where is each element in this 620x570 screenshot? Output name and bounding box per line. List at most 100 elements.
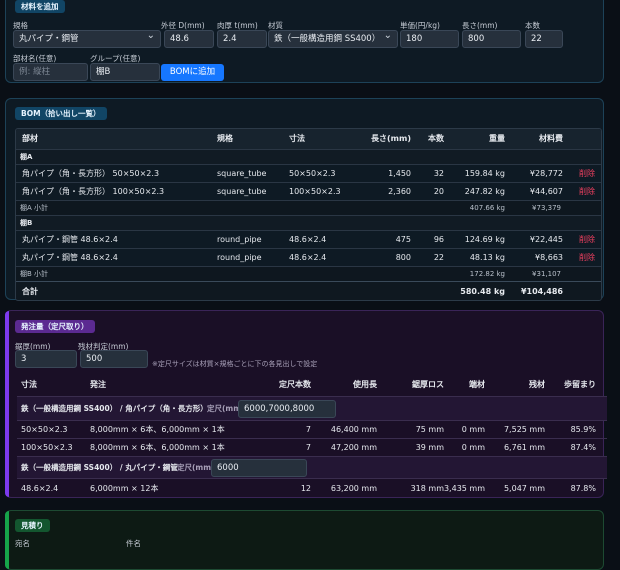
stock-group-title: 鉄（一般構造用鋼 SS400） / 角パイプ（角・長方形） <box>21 404 208 413</box>
group-name: 棚B <box>20 219 33 227</box>
subtotal-row: 棚B 小計 172.82 kg ¥31,107 <box>16 266 601 281</box>
kerf-input[interactable]: 3 <box>15 350 77 368</box>
cell-yield: 85.9% <box>570 425 596 434</box>
col-cost: 材料費 <box>539 134 563 143</box>
stock-length-input[interactable]: 6000 <box>211 459 307 477</box>
col-order: 発注 <box>90 380 106 389</box>
cell-stock-count: 12 <box>300 484 311 493</box>
table-row: 丸パイプ・鋼管 48.6×2.4 round_pipe 48.6×2.4 800… <box>16 248 601 266</box>
cell-cost: ¥44,607 <box>529 187 563 196</box>
cell-count: 20 <box>433 187 444 196</box>
cell-order: 8,000mm × 6本、6,000mm × 1本 <box>90 425 225 434</box>
col-dim: 寸法 <box>21 380 37 389</box>
subtotal-weight: 172.82 kg <box>469 270 505 278</box>
bom-table: 部材 規格 寸法 長さ(mm) 本数 重量 材料費 棚A 角パイプ（角・長方形）… <box>15 128 602 301</box>
unit-price-input[interactable]: 180 <box>400 30 459 48</box>
col-stock-count: 定尺本数 <box>279 380 311 389</box>
stock-group-header: 鉄（一般構造用鋼 SS400） / 丸パイプ・鋼管 定尺(mm) 6000 <box>17 456 607 478</box>
thickness-input[interactable]: 2.4 <box>217 30 267 48</box>
delete-button[interactable]: 削除 <box>579 231 595 249</box>
order-badge: 発注量（定尺取り） <box>15 320 95 333</box>
remnant-input[interactable]: 500 <box>80 350 148 368</box>
table-row: 100×50×2.3 8,000mm × 6本、6,000mm × 1本 7 4… <box>17 438 607 456</box>
bom-header-row: 部材 規格 寸法 長さ(mm) 本数 重量 材料費 <box>16 129 601 149</box>
material-select[interactable]: 鉄（一般構造用鋼 SS400） <box>268 30 398 48</box>
cell-yield: 87.8% <box>570 484 596 493</box>
total-cost: ¥104,486 <box>520 287 563 296</box>
cell-dim: 48.6×2.4 <box>289 253 327 262</box>
cell-stock-count: 7 <box>305 425 311 434</box>
cell-count: 22 <box>433 253 444 262</box>
cell-yield: 87.4% <box>570 443 596 452</box>
table-row: 丸パイプ・鋼管 48.6×2.4 round_pipe 48.6×2.4 475… <box>16 230 601 248</box>
col-used: 使用長 <box>353 380 377 389</box>
col-remnant: 残材 <box>529 380 545 389</box>
cell-dim: 100×50×2.3 <box>21 443 73 452</box>
stock-group-header: 鉄（一般構造用鋼 SS400） / 角パイプ（角・長方形） 定尺(mm) 600… <box>17 396 607 420</box>
cell-count: 96 <box>433 235 444 244</box>
cell-weight: 247.82 kg <box>464 187 505 196</box>
stock-length-input[interactable]: 6000,7000,8000 <box>238 400 336 418</box>
table-row: 角パイプ（角・長方形） 50×50×2.3 square_tube 50×50×… <box>16 164 601 182</box>
cell-cost: ¥22,445 <box>529 235 563 244</box>
cell-scrap: 3,435 mm <box>443 484 485 493</box>
subtotal-label: 棚B 小計 <box>20 270 49 278</box>
estimate-badge: 見積り <box>15 519 50 532</box>
part-name-input[interactable]: 例: 縦柱 <box>13 63 88 81</box>
cell-dim: 48.6×2.4 <box>21 484 59 493</box>
cell-stock-count: 7 <box>305 443 311 452</box>
group-header: 棚B <box>16 215 601 230</box>
cell-cost: ¥8,663 <box>535 253 563 262</box>
table-row: 50×50×2.3 8,000mm × 6本、6,000mm × 1本 7 46… <box>17 420 607 438</box>
subtotal-cost: ¥73,379 <box>532 204 561 212</box>
total-label: 合計 <box>22 287 38 296</box>
subtotal-weight: 407.66 kg <box>469 204 505 212</box>
cell-length: 1,450 <box>388 169 411 178</box>
col-length: 長さ(mm) <box>371 134 411 143</box>
outer-d-input[interactable]: 48.6 <box>164 30 214 48</box>
cell-length: 2,360 <box>388 187 411 196</box>
cell-remnant: 5,047 mm <box>503 484 545 493</box>
col-kerf-loss: 鋸厚ロス <box>412 380 444 389</box>
cell-dim: 48.6×2.4 <box>289 235 327 244</box>
add-to-bom-button[interactable]: BOMに追加 <box>161 64 224 81</box>
cell-used: 46,400 mm <box>330 425 377 434</box>
cell-spec: square_tube <box>217 187 267 196</box>
group-header: 棚A <box>16 149 601 164</box>
cell-length: 475 <box>395 235 411 244</box>
cell-remnant: 7,525 mm <box>503 425 545 434</box>
cell-spec: square_tube <box>217 169 267 178</box>
subtotal-row: 棚A 小計 407.66 kg ¥73,379 <box>16 200 601 215</box>
total-weight: 580.48 kg <box>460 287 505 296</box>
count-input[interactable]: 22 <box>525 30 563 48</box>
estimate-panel: 見積り 宛名 件名 <box>5 510 604 570</box>
stock-length-label: 定尺(mm) <box>177 463 215 472</box>
order-header-row: 寸法 発注 定尺本数 使用長 鋸厚ロス 端材 残材 歩留まり <box>17 374 607 396</box>
cell-order: 8,000mm × 6本、6,000mm × 1本 <box>90 443 225 452</box>
spec-select[interactable]: 丸パイプ・鋼管 <box>13 30 161 48</box>
cell-cost: ¥28,772 <box>529 169 563 178</box>
delete-button[interactable]: 削除 <box>579 165 595 183</box>
delete-button[interactable]: 削除 <box>579 249 595 267</box>
subtotal-cost: ¥31,107 <box>532 270 561 278</box>
cell-spec: round_pipe <box>217 253 262 262</box>
cell-part: 角パイプ（角・長方形） 50×50×2.3 <box>22 169 160 178</box>
stock-group-title: 鉄（一般構造用鋼 SS400） / 丸パイプ・鋼管 <box>21 463 178 472</box>
table-row: 角パイプ（角・長方形） 100×50×2.3 square_tube 100×5… <box>16 182 601 200</box>
table-row: 48.6×2.4 6,000mm × 12本 12 63,200 mm 318 … <box>17 478 607 498</box>
cell-count: 32 <box>433 169 444 178</box>
cell-used: 63,200 mm <box>330 484 377 493</box>
bom-panel: BOM（拾い出し一覧） 部材 規格 寸法 長さ(mm) 本数 重量 材料費 棚A… <box>5 98 604 301</box>
group-input[interactable]: 棚B <box>90 63 160 81</box>
col-count: 本数 <box>428 134 444 143</box>
cell-scrap: 0 mm <box>461 443 485 452</box>
cell-order: 6,000mm × 12本 <box>90 484 159 493</box>
cell-used: 47,200 mm <box>330 443 377 452</box>
cell-scrap: 0 mm <box>461 425 485 434</box>
bom-badge: BOM（拾い出し一覧） <box>15 107 107 120</box>
delete-button[interactable]: 削除 <box>579 183 595 201</box>
order-table: 寸法 発注 定尺本数 使用長 鋸厚ロス 端材 残材 歩留まり 鉄（一般構造用鋼 … <box>17 374 607 498</box>
cell-part: 丸パイプ・鋼管 48.6×2.4 <box>22 253 118 262</box>
material-add-panel: 材料を追加 規格 丸パイプ・鋼管 外径 D(mm) 48.6 肉厚 t(mm) … <box>5 0 604 83</box>
length-input[interactable]: 800 <box>462 30 521 48</box>
